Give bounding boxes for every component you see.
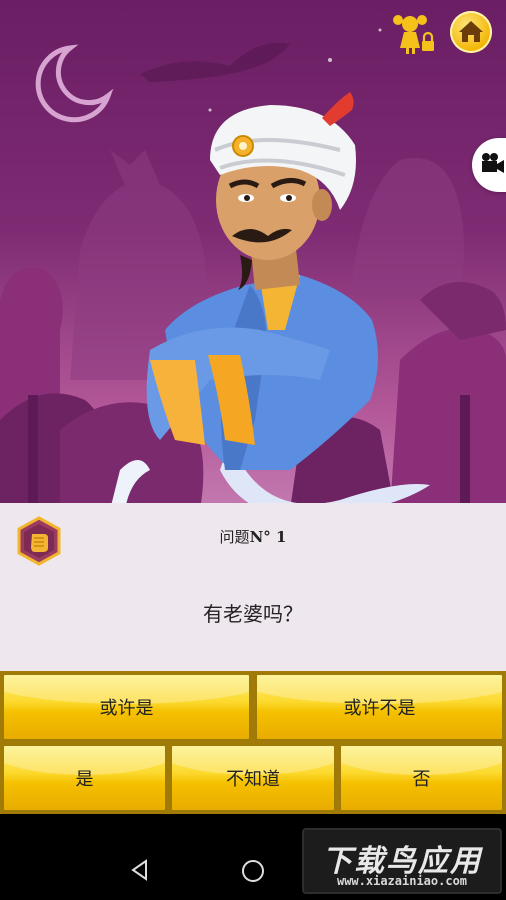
genie-illustration [0, 28, 506, 510]
answer-probably-not-button[interactable]: 或许不是 [255, 673, 504, 741]
answer-no-button[interactable]: 否 [339, 744, 504, 812]
answer-label: 否 [412, 769, 431, 790]
answer-label: 或许不是 [343, 698, 416, 719]
answer-grid: 或许是 或许不是 是 不知道 否 [0, 671, 506, 814]
moon-shape [35, 44, 114, 123]
answer-label: 是 [75, 769, 94, 790]
answer-dont-know-button[interactable]: 不知道 [170, 744, 336, 812]
question-label: 问题 [219, 528, 250, 546]
watermark: 下载鸟应用 www.xiazainiao.com [302, 828, 502, 894]
question-text: 有老婆吗？ [203, 602, 303, 626]
answer-label: 不知道 [226, 769, 280, 790]
question-number-value: N° 1 [249, 528, 287, 546]
answer-label: 或许是 [99, 698, 154, 719]
answer-probably-yes-button[interactable]: 或许是 [2, 673, 251, 741]
home-nav-icon[interactable] [240, 858, 266, 884]
answer-yes-button[interactable]: 是 [2, 744, 167, 812]
game-scene [0, 0, 506, 510]
home-button[interactable] [450, 11, 492, 53]
question-number: 问题N° 1 [0, 526, 506, 547]
girl-lock-icon [393, 15, 434, 54]
home-icon [459, 21, 483, 42]
profile-lock-button[interactable] [392, 10, 438, 56]
back-icon[interactable] [128, 858, 152, 882]
watermark-url: www.xiazainiao.com [336, 874, 468, 888]
video-camera-icon [482, 153, 504, 173]
